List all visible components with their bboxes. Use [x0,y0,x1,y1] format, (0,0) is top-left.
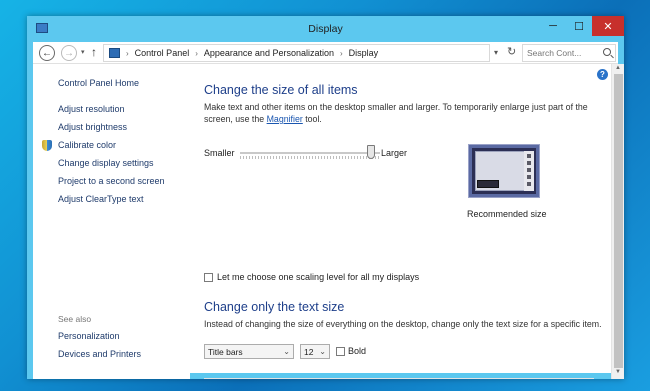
vertical-scrollbar[interactable]: ▲ ▼ [611,64,624,379]
sidebar-item-adjust-brightness[interactable]: Adjust brightness [58,122,127,132]
recent-locations-dropdown[interactable]: ▾ [81,48,85,56]
font-size-select-value: 12 [304,346,314,357]
breadcrumb-appearance[interactable]: Appearance and Personalization [204,48,334,58]
breadcrumb-control-panel[interactable]: Control Panel [135,48,190,58]
section-description-size-all-items: Make text and other items on the desktop… [204,101,602,125]
size-slider-track[interactable] [240,152,380,154]
section-title-text-size: Change only the text size [204,300,345,314]
display-window: Display ─ ☐ ✕ ← → ▾ ↑ › Control Panel › … [27,16,624,379]
scroll-down-icon[interactable]: ▼ [615,369,621,375]
size-slider-ticks [240,156,380,159]
section-description-text-size: Instead of changing the size of everythi… [204,319,602,329]
sidebar-item-project-second-screen[interactable]: Project to a second screen [58,176,165,186]
sidebar-item-calibrate-color[interactable]: Calibrate color [58,140,116,150]
back-button[interactable]: ← [39,45,55,61]
slider-max-label: Larger [381,148,408,158]
preview-taskbar [477,180,499,188]
scroll-up-icon[interactable]: ▲ [615,65,621,71]
section-title-size-all-items: Change the size of all items [204,83,358,97]
chevron-down-icon: ⌄ [283,347,290,356]
search-icon[interactable] [603,48,611,56]
minimize-button[interactable]: ─ [540,16,566,36]
maximize-button[interactable]: ☐ [566,16,592,36]
chevron-right-icon[interactable]: › [126,49,129,58]
see-also-personalization[interactable]: Personalization [58,331,120,341]
bold-checkbox[interactable] [336,347,345,356]
size-slider-thumb[interactable] [367,145,375,159]
scaling-checkbox[interactable] [204,273,213,282]
description-text: Make text and other items on the desktop… [204,102,588,124]
sidebar-home-link[interactable]: Control Panel Home [58,78,139,88]
scaling-checkbox-label[interactable]: Let me choose one scaling level for all … [217,272,419,282]
magnifier-link[interactable]: Magnifier [267,114,303,124]
scrollbar-thumb[interactable] [614,74,623,368]
address-dropdown-button[interactable]: ▾ [494,48,498,57]
description-text-end: tool. [302,114,322,124]
arrow-right-icon: → [64,47,74,59]
sidebar-item-adjust-resolution[interactable]: Adjust resolution [58,104,125,114]
breadcrumb[interactable]: › Control Panel › Appearance and Persona… [103,44,490,62]
chevron-right-icon[interactable]: › [340,49,343,58]
chevron-down-icon: ⌄ [319,347,326,356]
control-panel-icon [109,48,120,58]
search-input[interactable] [527,48,597,58]
font-size-select[interactable]: 12 ⌄ [300,344,330,359]
address-bar: ← → ▾ ↑ › Control Panel › Appearance and… [33,42,618,64]
forward-button[interactable]: → [61,45,77,61]
shield-icon [42,140,52,151]
divider [204,378,594,379]
search-box[interactable] [522,44,616,62]
slider-min-label: Smaller [204,148,235,158]
chevron-right-icon[interactable]: › [195,49,198,58]
item-select[interactable]: Title bars ⌄ [204,344,294,359]
preview-caption: Recommended size [467,209,547,219]
sidebar-item-change-display-settings[interactable]: Change display settings [58,158,154,168]
main-content: Change the size of all items Make text a… [190,64,611,379]
refresh-button[interactable]: ↻ [507,45,516,58]
bold-checkbox-label[interactable]: Bold [348,346,366,356]
title-bar: Display ─ ☐ ✕ [33,16,624,42]
arrow-left-icon: ← [42,47,52,59]
preview-sidebar [524,151,534,191]
help-icon[interactable]: ? [597,69,608,80]
see-also-label: See also [58,314,92,324]
close-button[interactable]: ✕ [592,16,624,36]
see-also-devices-printers[interactable]: Devices and Printers [58,349,141,359]
sidebar: Control Panel Home Adjust resolution Adj… [33,64,190,379]
up-button[interactable]: ↑ [91,45,97,59]
sidebar-item-adjust-cleartype[interactable]: Adjust ClearType text [58,194,144,204]
size-preview-image [468,144,540,198]
window-title: Display [308,23,343,35]
item-select-value: Title bars [208,346,243,357]
breadcrumb-display[interactable]: Display [349,48,379,58]
